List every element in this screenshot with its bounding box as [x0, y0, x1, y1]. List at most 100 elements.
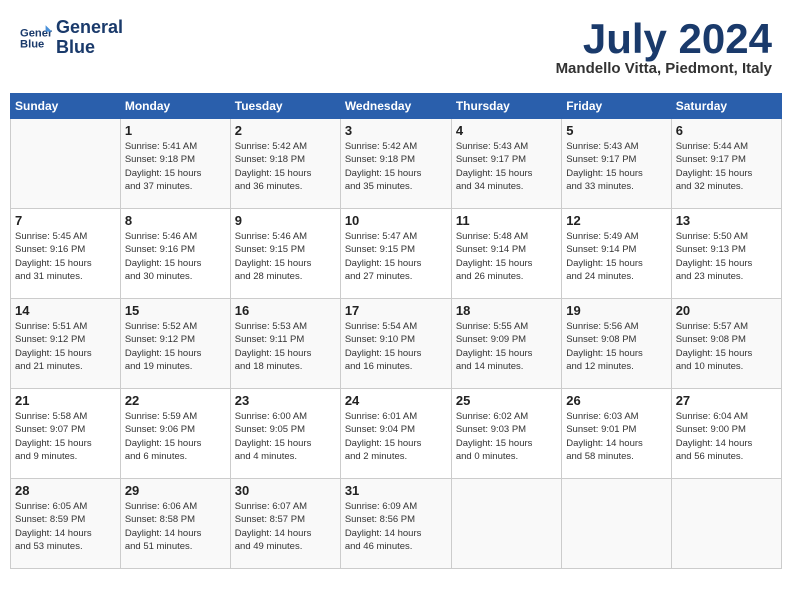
- logo-icon: General Blue: [20, 22, 52, 54]
- calendar-cell: 10 Sunrise: 5:47 AMSunset: 9:15 PMDayligh…: [340, 209, 451, 299]
- calendar-cell: 20 Sunrise: 5:57 AMSunset: 9:08 PMDayligh…: [671, 299, 781, 389]
- day-number: 13: [676, 213, 777, 228]
- day-info: Sunrise: 6:05 AMSunset: 8:59 PMDaylight:…: [15, 500, 116, 553]
- calendar-cell: 5 Sunrise: 5:43 AMSunset: 9:17 PMDaylight…: [562, 119, 671, 209]
- calendar-cell: 25Sunrise: 6:02 AMSunset: 9:03 PMDayligh…: [451, 389, 561, 479]
- weekday-header: Tuesday: [230, 94, 340, 119]
- weekday-header: Wednesday: [340, 94, 451, 119]
- day-number: 29: [125, 483, 226, 498]
- day-number: 6: [676, 123, 777, 138]
- calendar-cell: 16 Sunrise: 5:53 AMSunset: 9:11 PMDayligh…: [230, 299, 340, 389]
- day-number: 27: [676, 393, 777, 408]
- calendar-cell: 8Sunrise: 5:46 AMSunset: 9:16 PMDaylight…: [120, 209, 230, 299]
- weekday-header: Saturday: [671, 94, 781, 119]
- day-number: 14: [15, 303, 116, 318]
- day-info: Sunrise: 5:50 AMSunset: 9:13 PMDaylight:…: [676, 230, 777, 283]
- day-info: Sunrise: 6:03 AMSunset: 9:01 PMDaylight:…: [566, 410, 666, 463]
- calendar-week-row: 7 Sunrise: 5:45 AMSunset: 9:16 PMDaylight…: [11, 209, 782, 299]
- calendar-cell: 14 Sunrise: 5:51 AMSunset: 9:12 PMDayligh…: [11, 299, 121, 389]
- day-number: 10: [345, 213, 447, 228]
- day-number: 12: [566, 213, 666, 228]
- day-info: Sunrise: 5:55 AMSunset: 9:09 PMDaylight:…: [456, 320, 557, 373]
- calendar-cell: 23 Sunrise: 6:00 AMSunset: 9:05 PMDayligh…: [230, 389, 340, 479]
- day-info: Sunrise: 6:00 AMSunset: 9:05 PMDaylight:…: [235, 410, 336, 463]
- day-number: 1: [125, 123, 226, 138]
- calendar-cell: 27 Sunrise: 6:04 AMSunset: 9:00 PMDayligh…: [671, 389, 781, 479]
- day-number: 16: [235, 303, 336, 318]
- month-title: July 2024: [556, 18, 772, 60]
- calendar-cell: [11, 119, 121, 209]
- day-info: Sunrise: 5:49 AMSunset: 9:14 PMDaylight:…: [566, 230, 666, 283]
- day-number: 26: [566, 393, 666, 408]
- calendar-week-row: 14 Sunrise: 5:51 AMSunset: 9:12 PMDayligh…: [11, 299, 782, 389]
- calendar-cell: [562, 479, 671, 569]
- day-number: 21: [15, 393, 116, 408]
- calendar-cell: 29 Sunrise: 6:06 AMSunset: 8:58 PMDayligh…: [120, 479, 230, 569]
- calendar-cell: [451, 479, 561, 569]
- day-info: Sunrise: 5:56 AMSunset: 9:08 PMDaylight:…: [566, 320, 666, 373]
- day-number: 3: [345, 123, 447, 138]
- calendar-cell: 26 Sunrise: 6:03 AMSunset: 9:01 PMDayligh…: [562, 389, 671, 479]
- svg-text:Blue: Blue: [20, 38, 44, 50]
- day-number: 31: [345, 483, 447, 498]
- day-info: Sunrise: 5:46 AMSunset: 9:16 PMDaylight:…: [125, 230, 226, 283]
- day-info: Sunrise: 5:48 AMSunset: 9:14 PMDaylight:…: [456, 230, 557, 283]
- calendar-cell: 28 Sunrise: 6:05 AMSunset: 8:59 PMDayligh…: [11, 479, 121, 569]
- day-info: Sunrise: 5:51 AMSunset: 9:12 PMDaylight:…: [15, 320, 116, 373]
- logo-text-line2: Blue: [56, 38, 123, 58]
- day-number: 20: [676, 303, 777, 318]
- day-number: 17: [345, 303, 447, 318]
- day-number: 23: [235, 393, 336, 408]
- day-info: Sunrise: 5:45 AMSunset: 9:16 PMDaylight:…: [15, 230, 116, 283]
- day-info: Sunrise: 6:09 AMSunset: 8:56 PMDaylight:…: [345, 500, 447, 553]
- day-info: Sunrise: 5:47 AMSunset: 9:15 PMDaylight:…: [345, 230, 447, 283]
- weekday-header: Sunday: [11, 94, 121, 119]
- day-info: Sunrise: 5:43 AMSunset: 9:17 PMDaylight:…: [566, 140, 666, 193]
- calendar-cell: 18 Sunrise: 5:55 AMSunset: 9:09 PMDayligh…: [451, 299, 561, 389]
- calendar-cell: 1 Sunrise: 5:41 AMSunset: 9:18 PMDaylight…: [120, 119, 230, 209]
- calendar-cell: 13 Sunrise: 5:50 AMSunset: 9:13 PMDayligh…: [671, 209, 781, 299]
- calendar-cell: 2 Sunrise: 5:42 AMSunset: 9:18 PMDaylight…: [230, 119, 340, 209]
- location: Mandello Vitta, Piedmont, Italy: [556, 60, 772, 77]
- calendar-cell: 17Sunrise: 5:54 AMSunset: 9:10 PMDayligh…: [340, 299, 451, 389]
- day-number: 11: [456, 213, 557, 228]
- calendar-cell: 22Sunrise: 5:59 AMSunset: 9:06 PMDayligh…: [120, 389, 230, 479]
- title-block: July 2024 Mandello Vitta, Piedmont, Ital…: [556, 18, 772, 77]
- calendar-cell: 9 Sunrise: 5:46 AMSunset: 9:15 PMDaylight…: [230, 209, 340, 299]
- day-info: Sunrise: 5:53 AMSunset: 9:11 PMDaylight:…: [235, 320, 336, 373]
- calendar-cell: 7 Sunrise: 5:45 AMSunset: 9:16 PMDaylight…: [11, 209, 121, 299]
- calendar-week-row: 1 Sunrise: 5:41 AMSunset: 9:18 PMDaylight…: [11, 119, 782, 209]
- calendar-cell: 31 Sunrise: 6:09 AMSunset: 8:56 PMDayligh…: [340, 479, 451, 569]
- day-info: Sunrise: 6:06 AMSunset: 8:58 PMDaylight:…: [125, 500, 226, 553]
- calendar-cell: 24Sunrise: 6:01 AMSunset: 9:04 PMDayligh…: [340, 389, 451, 479]
- day-info: Sunrise: 5:59 AMSunset: 9:06 PMDaylight:…: [125, 410, 226, 463]
- calendar-cell: [671, 479, 781, 569]
- calendar-cell: 30 Sunrise: 6:07 AMSunset: 8:57 PMDayligh…: [230, 479, 340, 569]
- day-info: Sunrise: 5:57 AMSunset: 9:08 PMDaylight:…: [676, 320, 777, 373]
- calendar-cell: 12 Sunrise: 5:49 AMSunset: 9:14 PMDayligh…: [562, 209, 671, 299]
- day-number: 30: [235, 483, 336, 498]
- day-info: Sunrise: 5:44 AMSunset: 9:17 PMDaylight:…: [676, 140, 777, 193]
- day-info: Sunrise: 5:41 AMSunset: 9:18 PMDaylight:…: [125, 140, 226, 193]
- weekday-header: Thursday: [451, 94, 561, 119]
- day-info: Sunrise: 5:52 AMSunset: 9:12 PMDaylight:…: [125, 320, 226, 373]
- day-number: 4: [456, 123, 557, 138]
- day-number: 18: [456, 303, 557, 318]
- day-info: Sunrise: 5:42 AMSunset: 9:18 PMDaylight:…: [345, 140, 447, 193]
- page-header: General Blue General Blue July 2024 Mand…: [10, 10, 782, 85]
- calendar-week-row: 21Sunrise: 5:58 AMSunset: 9:07 PMDayligh…: [11, 389, 782, 479]
- day-number: 9: [235, 213, 336, 228]
- day-number: 2: [235, 123, 336, 138]
- day-info: Sunrise: 6:04 AMSunset: 9:00 PMDaylight:…: [676, 410, 777, 463]
- calendar-cell: 19Sunrise: 5:56 AMSunset: 9:08 PMDayligh…: [562, 299, 671, 389]
- weekday-header: Monday: [120, 94, 230, 119]
- day-number: 5: [566, 123, 666, 138]
- day-info: Sunrise: 5:46 AMSunset: 9:15 PMDaylight:…: [235, 230, 336, 283]
- day-info: Sunrise: 5:42 AMSunset: 9:18 PMDaylight:…: [235, 140, 336, 193]
- calendar-cell: 15Sunrise: 5:52 AMSunset: 9:12 PMDayligh…: [120, 299, 230, 389]
- day-number: 28: [15, 483, 116, 498]
- day-info: Sunrise: 6:07 AMSunset: 8:57 PMDaylight:…: [235, 500, 336, 553]
- logo: General Blue General Blue: [20, 18, 123, 58]
- calendar-cell: 21Sunrise: 5:58 AMSunset: 9:07 PMDayligh…: [11, 389, 121, 479]
- day-number: 7: [15, 213, 116, 228]
